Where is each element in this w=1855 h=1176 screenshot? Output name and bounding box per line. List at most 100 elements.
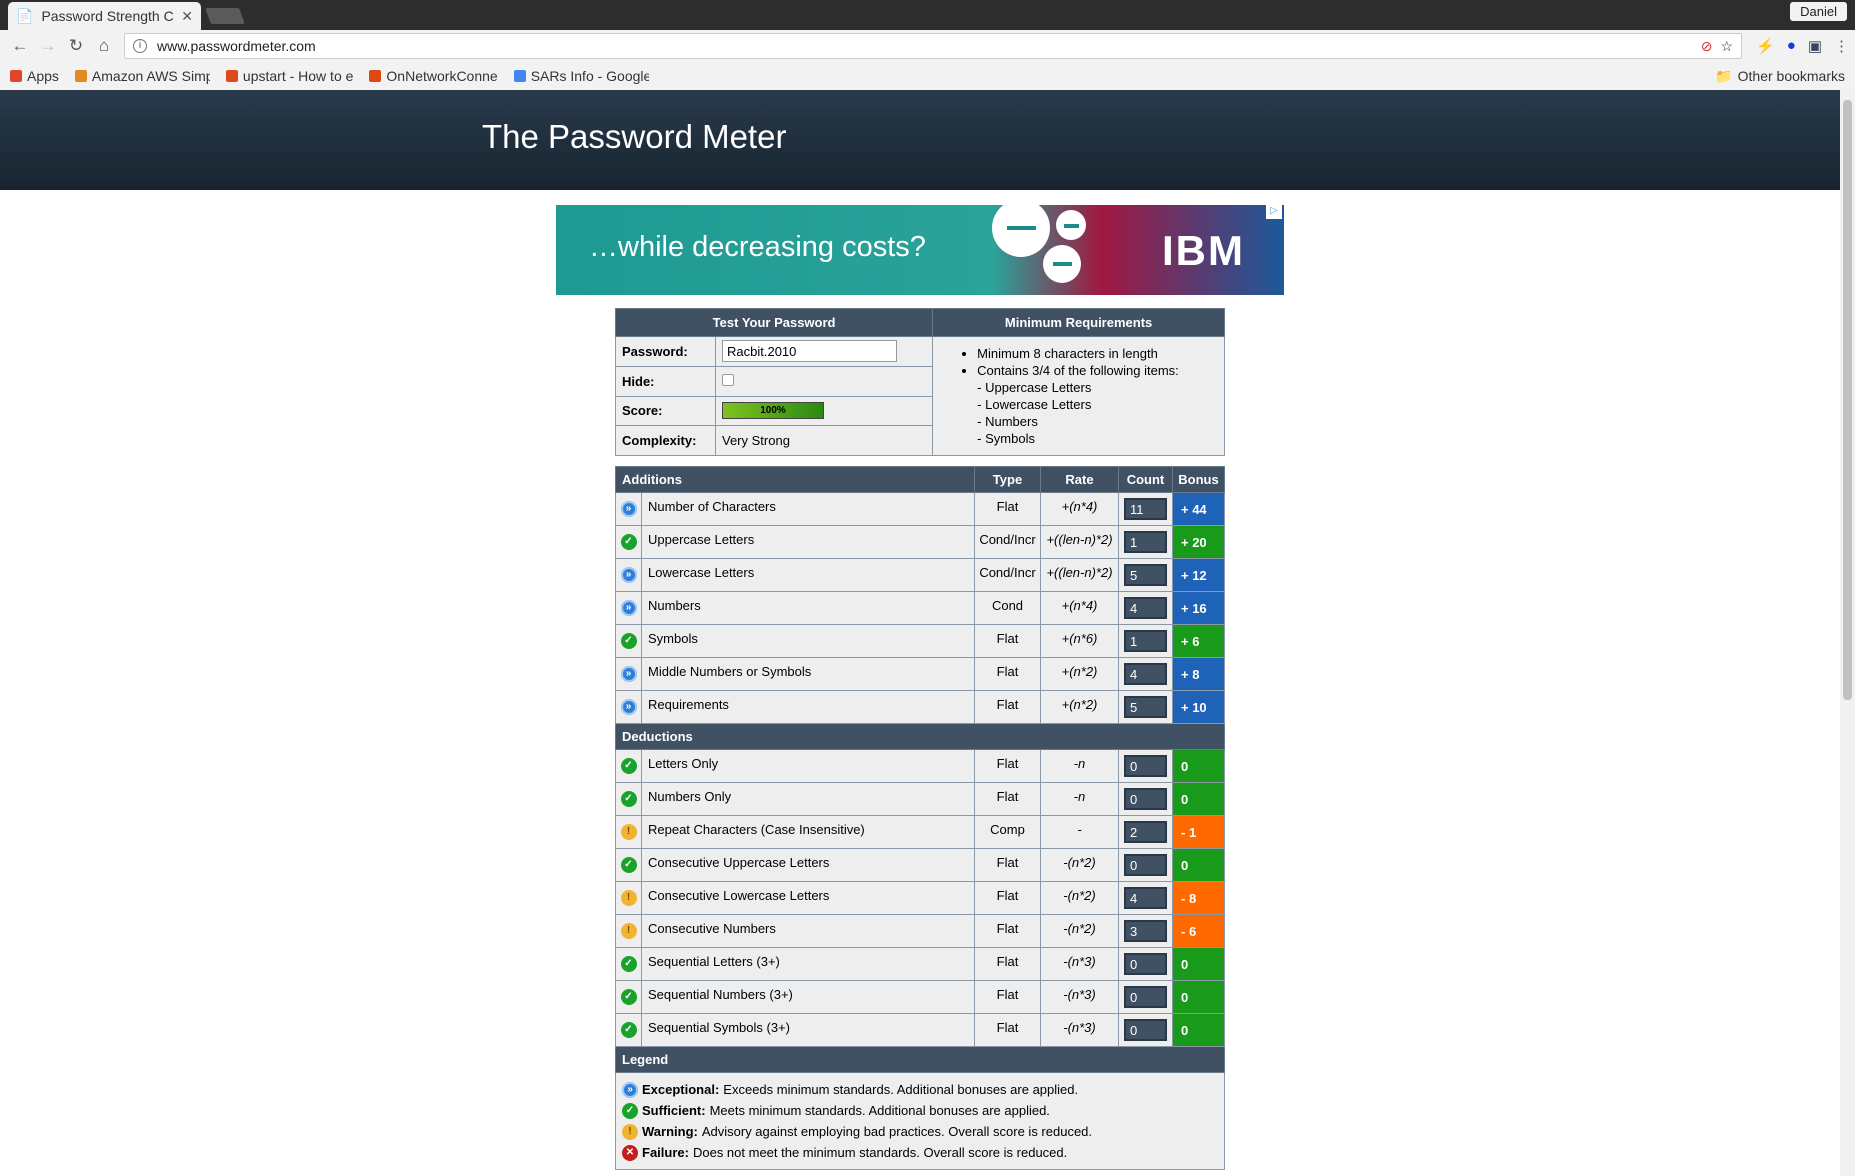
extension-t-icon[interactable]: ▣ — [1808, 37, 1822, 55]
rule-bonus: + 6 — [1172, 624, 1225, 658]
home-icon[interactable]: ⌂ — [90, 36, 118, 56]
deductions-header: Deductions — [615, 723, 1225, 750]
rule-count: 0 — [1124, 854, 1167, 876]
rule-count: 1 — [1124, 630, 1167, 652]
info-icon[interactable]: i — [133, 39, 147, 53]
extensions: ⚡ ● ▣ ⋮ — [1756, 37, 1849, 55]
minus-circle-icon — [1043, 245, 1081, 283]
rule-rate: +((len-n)*2) — [1040, 558, 1119, 592]
rule-bonus: 0 — [1172, 1013, 1225, 1047]
legend-term: Sufficient: — [642, 1103, 706, 1118]
score-cell: 100% — [714, 395, 934, 427]
rule-rate: +(n*6) — [1040, 624, 1119, 658]
blocked-popup-icon[interactable]: ⊘ — [1701, 38, 1713, 55]
askubuntu-icon — [225, 70, 238, 82]
rule-name: Repeat Characters (Case Insensitive) — [641, 815, 975, 849]
extension-blue-icon[interactable]: ● — [1787, 37, 1796, 55]
browser-tab[interactable]: 📄 Password Strength C ✕ — [8, 2, 201, 30]
bookmark-item[interactable]: Amazon AWS Simp — [74, 68, 210, 84]
close-tab-icon[interactable]: ✕ — [181, 8, 193, 25]
bookmark-label: OnNetworkConne — [386, 68, 498, 84]
rule-type: Flat — [974, 914, 1041, 948]
rule-name: Letters Only — [641, 749, 975, 783]
exceptional-icon: » — [622, 1081, 638, 1098]
profile-button[interactable]: Daniel — [1790, 2, 1847, 21]
sufficient-check-icon: ✓ — [620, 956, 637, 973]
reload-icon[interactable]: ↻ — [62, 36, 90, 56]
forward-icon[interactable]: → — [34, 36, 62, 56]
rule-count: 4 — [1124, 597, 1167, 619]
complexity-label: Complexity: — [615, 425, 716, 456]
adchoices-icon[interactable]: ▷ — [1266, 205, 1282, 219]
rule-bonus: 0 — [1172, 782, 1225, 816]
rule-name: Number of Characters — [641, 492, 975, 526]
bookmark-item[interactable]: upstart - How to e — [225, 68, 353, 84]
rule-bonus: + 20 — [1172, 525, 1225, 559]
address-bar[interactable]: i www.passwordmeter.com ⊘ ☆ — [124, 33, 1743, 59]
other-bookmarks[interactable]: 📁 Other bookmarks — [1715, 68, 1845, 85]
apps-grid-icon — [10, 70, 22, 82]
sufficient-check-icon: ✓ — [620, 857, 637, 874]
folder-icon: 📁 — [1715, 67, 1733, 84]
rule-type: Flat — [974, 749, 1041, 783]
ibm-logo: IBM — [1162, 227, 1245, 274]
score-row: ! Consecutive Numbers Flat -(n*2) 3- 6 — [615, 914, 1225, 948]
rule-type: Flat — [974, 947, 1041, 981]
back-icon[interactable]: ← — [6, 36, 34, 56]
rule-rate: +(n*2) — [1040, 690, 1119, 724]
rule-type: Flat — [974, 657, 1041, 691]
requirement-subitem: - Numbers — [977, 414, 1038, 429]
minus-circle-icon — [992, 205, 1050, 257]
bookmarks-bar: Apps Amazon AWS Simp upstart - How to e OnN… — [0, 62, 1855, 90]
rule-name: Middle Numbers or Symbols — [641, 657, 975, 691]
legend-item: » Exceptional: Exceeds minimum standards. … — [622, 1079, 1218, 1100]
ubuntu-icon — [369, 70, 382, 82]
rule-bonus: - 8 — [1172, 881, 1225, 915]
bookmark-star-icon[interactable]: ☆ — [1721, 38, 1734, 55]
score-row: » Lowercase Letters Cond/Incr +((len-n)*2) 5… — [615, 558, 1225, 592]
rule-name: Numbers Only — [641, 782, 975, 816]
rule-name: Uppercase Letters — [641, 525, 975, 559]
rule-count: 2 — [1124, 821, 1167, 843]
bookmark-label: Amazon AWS Simp — [91, 68, 210, 84]
rule-rate: -n — [1040, 782, 1119, 816]
score-row: » Requirements Flat +(n*2) 5 + 10 — [615, 690, 1225, 724]
rule-count: 4 — [1124, 663, 1167, 685]
ad-text: …while decreasing costs? — [589, 231, 926, 263]
rule-bonus: + 16 — [1172, 591, 1225, 625]
score-row: ✓ Sequential Symbols (3+) Flat -(n*3) 0 0 — [615, 1013, 1225, 1047]
requirement-subitem: - Uppercase Letters — [977, 380, 1092, 395]
bookmark-item[interactable]: Apps — [10, 68, 59, 84]
sufficient-check-icon: ✓ — [620, 791, 637, 808]
rule-count: 4 — [1124, 887, 1167, 909]
rule-rate: -(n*3) — [1040, 980, 1119, 1014]
scrollbar-thumb[interactable] — [1843, 100, 1852, 700]
rule-rate: +(n*4) — [1040, 591, 1119, 625]
scrollbar[interactable] — [1840, 90, 1855, 1176]
rule-count: 0 — [1124, 1019, 1167, 1041]
score-row: ✓ Sequential Numbers (3+) Flat -(n*3) 0 0 — [615, 980, 1225, 1014]
complexity-value: Very Strong — [714, 425, 934, 456]
menu-icon[interactable]: ⋮ — [1834, 37, 1849, 55]
rule-name: Requirements — [641, 690, 975, 724]
legend-desc: Does not meet the minimum standards. Ove… — [692, 1145, 1068, 1160]
hide-label: Hide: — [615, 365, 716, 397]
legend-item: ✓ Sufficient: Meets minimum standards. Add… — [622, 1100, 1218, 1121]
ad-banner[interactable]: …while decreasing costs? IBM ▷ — [556, 205, 1284, 295]
rule-count: 0 — [1124, 953, 1167, 975]
bookmark-item[interactable]: OnNetworkConne — [369, 68, 498, 84]
requirement-subitem: - Lowercase Letters — [977, 397, 1092, 412]
password-input[interactable] — [722, 340, 897, 363]
exceptional-icon: » — [620, 699, 637, 716]
rule-count: 1 — [1124, 531, 1167, 553]
rule-count: 3 — [1124, 920, 1167, 942]
exceptional-icon: » — [620, 567, 637, 584]
rule-type: Flat — [974, 690, 1041, 724]
hide-checkbox[interactable] — [722, 373, 734, 386]
bookmark-item[interactable]: SARs Info - Google — [513, 68, 649, 84]
exceptional-icon: » — [620, 666, 637, 683]
sufficient-check-icon: ✓ — [620, 989, 637, 1006]
exceptional-icon: » — [620, 600, 637, 617]
new-tab-button[interactable] — [205, 8, 245, 24]
flash-icon[interactable]: ⚡ — [1756, 37, 1775, 55]
